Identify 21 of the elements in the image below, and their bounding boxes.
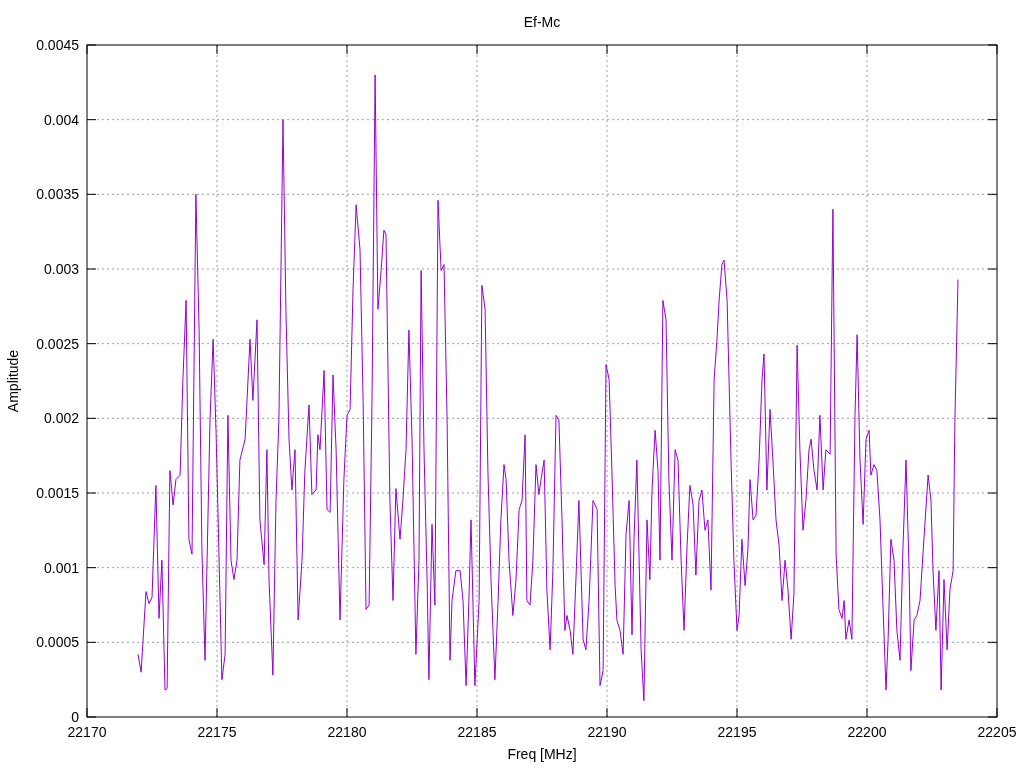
- y-tick-label: 0.0045: [36, 37, 79, 53]
- x-tick-label: 22180: [327, 724, 367, 740]
- x-tick-label: 22190: [587, 724, 627, 740]
- x-axis-label: Freq [MHz]: [507, 746, 577, 762]
- x-tick-label: 22170: [67, 724, 107, 740]
- y-tick-label: 0: [71, 709, 79, 725]
- chart-title: Ef-Mc: [523, 14, 561, 30]
- y-tick-label: 0.004: [43, 111, 79, 128]
- y-tick-label: 0.002: [43, 410, 79, 427]
- y-tick-label: 0.0005: [36, 634, 79, 651]
- x-tick-label: 22195: [717, 724, 757, 740]
- x-tick-label: 22185: [457, 724, 497, 740]
- y-tick-label: 0.003: [43, 261, 79, 277]
- x-tick-label: 22175: [197, 724, 237, 740]
- y-tick-label: 0.0015: [36, 485, 79, 501]
- y-tick-label: 0.0035: [36, 186, 79, 203]
- x-tick-label: 22200: [847, 724, 887, 740]
- y-tick-label: 0.001: [43, 559, 79, 576]
- y-axis-label: Amplitude: [5, 349, 21, 413]
- y-tick-label: 0.0025: [36, 335, 79, 352]
- x-tick-label: 22205: [977, 724, 1017, 740]
